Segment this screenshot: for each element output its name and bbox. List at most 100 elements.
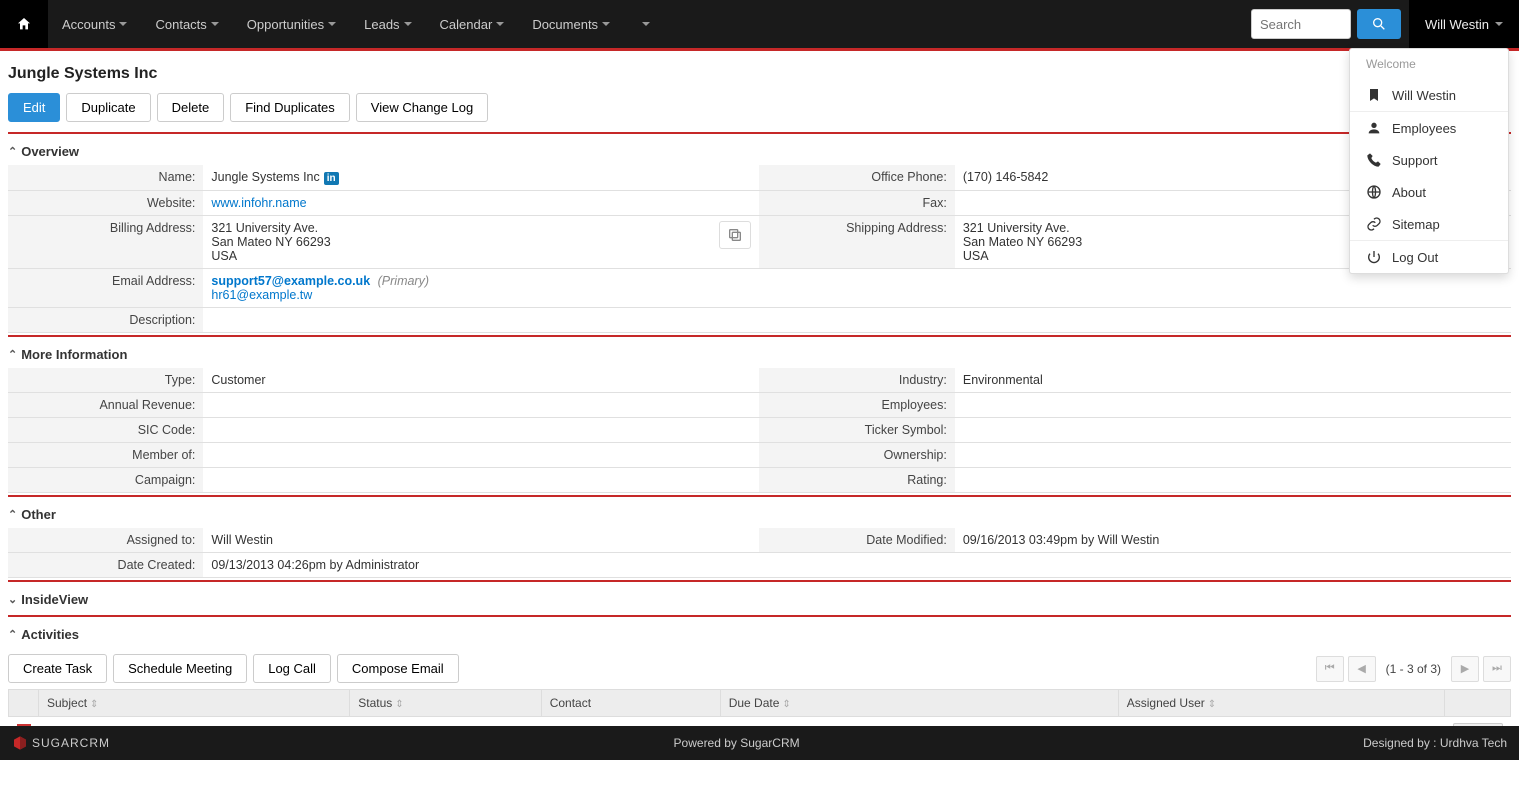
caret-icon bbox=[602, 22, 610, 26]
value-assigned-to: Will Westin bbox=[203, 528, 759, 553]
value-type: Customer bbox=[203, 368, 759, 393]
nav-opportunities[interactable]: Opportunities bbox=[233, 0, 350, 48]
value-rating bbox=[955, 468, 1511, 493]
value-member-of bbox=[203, 443, 759, 468]
page-prev-button[interactable]: ◀ bbox=[1348, 656, 1376, 682]
value-name: Jungle Systems Incin bbox=[203, 165, 759, 191]
website-link[interactable]: www.infohr.name bbox=[211, 196, 306, 210]
label-employees: Employees: bbox=[759, 393, 954, 418]
value-ticker-symbol bbox=[955, 418, 1511, 443]
menu-profile[interactable]: Will Westin bbox=[1350, 79, 1508, 111]
label-industry: Industry: bbox=[759, 368, 954, 393]
log-call-button[interactable]: Log Call bbox=[253, 654, 331, 683]
home-button[interactable] bbox=[0, 0, 48, 48]
label-date-created: Date Created: bbox=[8, 553, 203, 578]
other-header[interactable]: ⌃ Other bbox=[8, 501, 1511, 528]
page-last-button[interactable]: ⏭ bbox=[1483, 656, 1511, 682]
primary-tag: (Primary) bbox=[378, 274, 429, 288]
link-icon bbox=[1366, 216, 1382, 232]
caret-icon bbox=[496, 22, 504, 26]
sort-icon: ⇕ bbox=[90, 699, 98, 710]
activities-header[interactable]: ⌃ Activities bbox=[8, 621, 1511, 648]
label-office-phone: Office Phone: bbox=[759, 165, 954, 191]
compose-email-button[interactable]: Compose Email bbox=[337, 654, 459, 683]
more-info-header[interactable]: ⌃ More Information bbox=[8, 341, 1511, 368]
sort-icon: ⇕ bbox=[1208, 699, 1216, 710]
nav-leads[interactable]: Leads bbox=[350, 0, 425, 48]
caret-icon bbox=[642, 22, 650, 26]
sort-icon: ⇕ bbox=[395, 699, 403, 710]
pager: ⏮ ◀ (1 - 3 of 3) ▶ ⏭ bbox=[1316, 656, 1511, 682]
user-menu-button[interactable]: Will Westin bbox=[1409, 0, 1519, 48]
create-task-button[interactable]: Create Task bbox=[8, 654, 107, 683]
footer: SUGARCRM Powered by SugarCRM Designed by… bbox=[0, 726, 1519, 760]
label-type: Type: bbox=[8, 368, 203, 393]
label-annual-revenue: Annual Revenue: bbox=[8, 393, 203, 418]
col-assigned-user[interactable]: Assigned User⇕ bbox=[1118, 690, 1445, 717]
caret-icon bbox=[328, 22, 336, 26]
welcome-label: Welcome bbox=[1350, 49, 1508, 79]
label-ticker-symbol: Ticker Symbol: bbox=[759, 418, 954, 443]
caret-icon bbox=[404, 22, 412, 26]
label-fax: Fax: bbox=[759, 191, 954, 216]
collapse-down-icon: ⌄ bbox=[8, 593, 17, 606]
delete-button[interactable]: Delete bbox=[157, 93, 225, 122]
find-duplicates-button[interactable]: Find Duplicates bbox=[230, 93, 350, 122]
page-first-button[interactable]: ⏮ bbox=[1316, 656, 1344, 682]
copy-icon bbox=[727, 227, 743, 243]
nav-calendar[interactable]: Calendar bbox=[426, 0, 519, 48]
label-website: Website: bbox=[8, 191, 203, 216]
caret-icon bbox=[119, 22, 127, 26]
overview-header[interactable]: ⌃ Overview bbox=[8, 138, 1511, 165]
nav-contacts[interactable]: Contacts bbox=[141, 0, 232, 48]
pager-text: (1 - 3 of 3) bbox=[1380, 662, 1447, 676]
label-date-modified: Date Modified: bbox=[759, 528, 954, 553]
view-change-log-button[interactable]: View Change Log bbox=[356, 93, 488, 122]
linkedin-icon[interactable]: in bbox=[324, 172, 339, 185]
menu-support[interactable]: Support bbox=[1350, 144, 1508, 176]
value-email: support57@example.co.uk (Primary) hr61@e… bbox=[203, 269, 1511, 308]
col-due-date[interactable]: Due Date⇕ bbox=[720, 690, 1118, 717]
value-annual-revenue bbox=[203, 393, 759, 418]
value-billing-address: 321 University Ave. San Mateo NY 66293 U… bbox=[203, 216, 759, 269]
col-contact[interactable]: Contact bbox=[541, 690, 720, 717]
footer-powered: Powered by SugarCRM bbox=[110, 736, 1363, 750]
search-input[interactable] bbox=[1251, 9, 1351, 39]
footer-logo: SUGARCRM bbox=[12, 735, 110, 751]
bookmark-icon bbox=[1366, 87, 1382, 103]
value-ownership bbox=[955, 443, 1511, 468]
value-date-created: 09/13/2013 04:26pm by Administrator bbox=[203, 553, 1511, 578]
duplicate-button[interactable]: Duplicate bbox=[66, 93, 150, 122]
menu-sitemap[interactable]: Sitemap bbox=[1350, 208, 1508, 240]
value-campaign bbox=[203, 468, 759, 493]
copy-address-button[interactable] bbox=[719, 221, 751, 249]
label-assigned-to: Assigned to: bbox=[8, 528, 203, 553]
col-status[interactable]: Status⇕ bbox=[350, 690, 541, 717]
search-container bbox=[1251, 0, 1409, 48]
label-sic-code: SIC Code: bbox=[8, 418, 203, 443]
label-rating: Rating: bbox=[759, 468, 954, 493]
menu-logout[interactable]: Log Out bbox=[1350, 241, 1508, 273]
label-billing-address: Billing Address: bbox=[8, 216, 203, 269]
col-subject[interactable]: Subject⇕ bbox=[39, 690, 350, 717]
schedule-meeting-button[interactable]: Schedule Meeting bbox=[113, 654, 247, 683]
collapse-up-icon: ⌃ bbox=[8, 508, 17, 521]
search-icon bbox=[1371, 16, 1387, 32]
email-secondary-link[interactable]: hr61@example.tw bbox=[211, 288, 312, 302]
value-sic-code bbox=[203, 418, 759, 443]
value-date-modified: 09/16/2013 03:49pm by Will Westin bbox=[955, 528, 1511, 553]
insideview-header[interactable]: ⌄ InsideView bbox=[8, 586, 1511, 613]
globe-icon bbox=[1366, 184, 1382, 200]
other-table: Assigned to: Will Westin Date Modified: … bbox=[8, 528, 1511, 578]
nav-accounts[interactable]: Accounts bbox=[48, 0, 141, 48]
collapse-up-icon: ⌃ bbox=[8, 348, 17, 361]
email-primary-link[interactable]: support57@example.co.uk bbox=[211, 274, 370, 288]
label-shipping-address: Shipping Address: bbox=[759, 216, 954, 269]
menu-employees[interactable]: Employees bbox=[1350, 112, 1508, 144]
page-next-button[interactable]: ▶ bbox=[1451, 656, 1479, 682]
edit-button[interactable]: Edit bbox=[8, 93, 60, 122]
menu-about[interactable]: About bbox=[1350, 176, 1508, 208]
nav-more[interactable] bbox=[624, 0, 664, 48]
nav-documents[interactable]: Documents bbox=[518, 0, 624, 48]
search-button[interactable] bbox=[1357, 9, 1401, 39]
